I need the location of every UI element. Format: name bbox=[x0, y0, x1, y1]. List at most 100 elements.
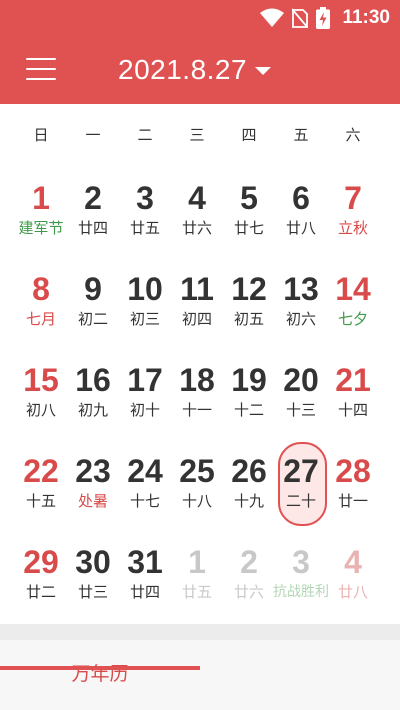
lunar-date-label: 初二 bbox=[77, 310, 108, 328]
day-cell[interactable]: 28 廿一 bbox=[327, 439, 379, 530]
active-tab-indicator bbox=[0, 666, 200, 670]
week-row: 8 七月 9 初二 10 初三 11 初四 12 初五 13 初六 14 七夕 bbox=[15, 257, 379, 348]
date-picker-button[interactable]: 2021.8.27 bbox=[118, 50, 272, 90]
lunar-date-label: 二十 bbox=[285, 492, 316, 510]
day-number: 16 bbox=[75, 362, 111, 398]
day-number: 30 bbox=[75, 544, 111, 580]
lunar-date-label: 十三 bbox=[285, 401, 316, 419]
day-number: 6 bbox=[292, 180, 310, 216]
day-cell[interactable]: 2 廿四 bbox=[67, 166, 119, 257]
lunar-date-label: 廿二 bbox=[25, 583, 56, 601]
day-cell[interactable]: 11 初四 bbox=[171, 257, 223, 348]
no-sim-icon bbox=[292, 8, 309, 28]
day-number: 15 bbox=[23, 362, 59, 398]
day-number: 20 bbox=[283, 362, 319, 398]
day-number: 8 bbox=[32, 271, 50, 307]
lunar-date-label: 十五 bbox=[25, 492, 56, 510]
day-number: 13 bbox=[283, 271, 319, 307]
day-cell[interactable]: 31 廿四 bbox=[119, 530, 171, 621]
lunar-date-label: 十一 bbox=[181, 401, 212, 419]
day-cell[interactable]: 22 十五 bbox=[15, 439, 67, 530]
tab-lunar-calendar[interactable]: 万年历 bbox=[0, 640, 200, 710]
day-cell[interactable]: 12 初五 bbox=[223, 257, 275, 348]
day-cell[interactable]: 17 初十 bbox=[119, 348, 171, 439]
day-cell[interactable]: 10 初三 bbox=[119, 257, 171, 348]
day-cell[interactable]: 23 处暑 bbox=[67, 439, 119, 530]
day-cell[interactable]: 18 十一 bbox=[171, 348, 223, 439]
day-cell[interactable]: 8 七月 bbox=[15, 257, 67, 348]
weekday-label: 六 bbox=[345, 126, 361, 144]
day-cell[interactable]: 9 初二 bbox=[67, 257, 119, 348]
battery-charging-icon bbox=[316, 7, 331, 29]
lunar-date-label: 初四 bbox=[181, 310, 212, 328]
lunar-date-label: 七月 bbox=[25, 310, 56, 328]
lunar-date-label: 十八 bbox=[181, 492, 212, 510]
lunar-date-label: 十九 bbox=[233, 492, 264, 510]
current-date-title: 2021.8.27 bbox=[118, 54, 248, 85]
lunar-date-label: 廿三 bbox=[77, 583, 108, 601]
day-cell[interactable]: 4 廿六 bbox=[171, 166, 223, 257]
day-number: 2 bbox=[240, 544, 258, 580]
day-cell[interactable]: 5 廿七 bbox=[223, 166, 275, 257]
day-cell[interactable]: 13 初六 bbox=[275, 257, 327, 348]
day-number: 3 bbox=[292, 544, 310, 580]
day-cell[interactable]: 3 抗战胜利 bbox=[273, 530, 329, 621]
lunar-date-label: 初九 bbox=[77, 401, 108, 419]
caret-down-icon bbox=[255, 67, 272, 75]
weekday-label: 三 bbox=[189, 126, 205, 144]
day-cell[interactable]: 30 廿三 bbox=[67, 530, 119, 621]
lunar-date-label: 廿六 bbox=[181, 219, 212, 237]
day-number: 19 bbox=[231, 362, 267, 398]
lunar-date-label: 七夕 bbox=[337, 310, 368, 328]
day-cell[interactable]: 1 建军节 bbox=[15, 166, 67, 257]
lunar-date-label: 廿四 bbox=[129, 583, 160, 601]
day-cell[interactable]: 25 十八 bbox=[171, 439, 223, 530]
day-number: 4 bbox=[188, 180, 206, 216]
day-number: 12 bbox=[231, 271, 267, 307]
lunar-date-label: 廿八 bbox=[285, 219, 316, 237]
day-cell[interactable]: 6 廿八 bbox=[275, 166, 327, 257]
selected-day-cell[interactable]: 27 二十 bbox=[275, 439, 327, 530]
day-number: 31 bbox=[127, 544, 163, 580]
weekday-label: 五 bbox=[293, 126, 309, 144]
lunar-date-label: 廿五 bbox=[129, 219, 160, 237]
day-cell[interactable]: 15 初八 bbox=[15, 348, 67, 439]
day-cell[interactable]: 16 初九 bbox=[67, 348, 119, 439]
day-number: 25 bbox=[179, 453, 215, 489]
weekday-label: 二 bbox=[137, 126, 153, 144]
day-number: 18 bbox=[179, 362, 215, 398]
day-number: 4 bbox=[344, 544, 362, 580]
wifi-icon bbox=[260, 8, 285, 28]
weekday-label: 日 bbox=[33, 126, 49, 144]
weekday-label: 四 bbox=[241, 126, 257, 144]
day-number: 21 bbox=[335, 362, 371, 398]
day-number: 24 bbox=[127, 453, 163, 489]
lunar-date-label: 立秋 bbox=[337, 219, 368, 237]
week-row: 15 初八 16 初九 17 初十 18 十一 19 十二 20 十三 21 十四 bbox=[15, 348, 379, 439]
day-cell[interactable]: 29 廿二 bbox=[15, 530, 67, 621]
day-cell[interactable]: 4 廿八 bbox=[327, 530, 379, 621]
day-cell[interactable]: 3 廿五 bbox=[119, 166, 171, 257]
calendar-grid: 1 建军节 2 廿四 3 廿五 4 廿六 5 廿七 6 廿八 7 立秋 8 七月 9 初二 10 初三 11 初四 12 初五… bbox=[15, 166, 379, 621]
day-cell[interactable]: 20 十三 bbox=[275, 348, 327, 439]
menu-button[interactable] bbox=[24, 54, 58, 84]
lunar-date-label: 十四 bbox=[337, 401, 368, 419]
day-number: 1 bbox=[32, 180, 50, 216]
day-cell[interactable]: 1 廿五 bbox=[171, 530, 223, 621]
lunar-date-label: 廿五 bbox=[181, 583, 212, 601]
week-row: 22 十五 23 处暑 24 十七 25 十八 26 十九 27 二十 28 廿一 bbox=[15, 439, 379, 530]
lunar-date-label: 初八 bbox=[25, 401, 56, 419]
menu-icon-line-middle bbox=[26, 68, 56, 70]
menu-icon-line-bottom bbox=[26, 78, 56, 80]
day-number: 23 bbox=[75, 453, 111, 489]
day-cell[interactable]: 21 十四 bbox=[327, 348, 379, 439]
lunar-date-label: 处暑 bbox=[77, 492, 108, 510]
day-cell[interactable]: 2 廿六 bbox=[223, 530, 275, 621]
lunar-date-label: 初十 bbox=[129, 401, 160, 419]
day-cell[interactable]: 7 立秋 bbox=[327, 166, 379, 257]
day-cell[interactable]: 26 十九 bbox=[223, 439, 275, 530]
day-cell[interactable]: 19 十二 bbox=[223, 348, 275, 439]
day-cell[interactable]: 24 十七 bbox=[119, 439, 171, 530]
lunar-date-label: 初三 bbox=[129, 310, 160, 328]
day-cell[interactable]: 14 七夕 bbox=[327, 257, 379, 348]
